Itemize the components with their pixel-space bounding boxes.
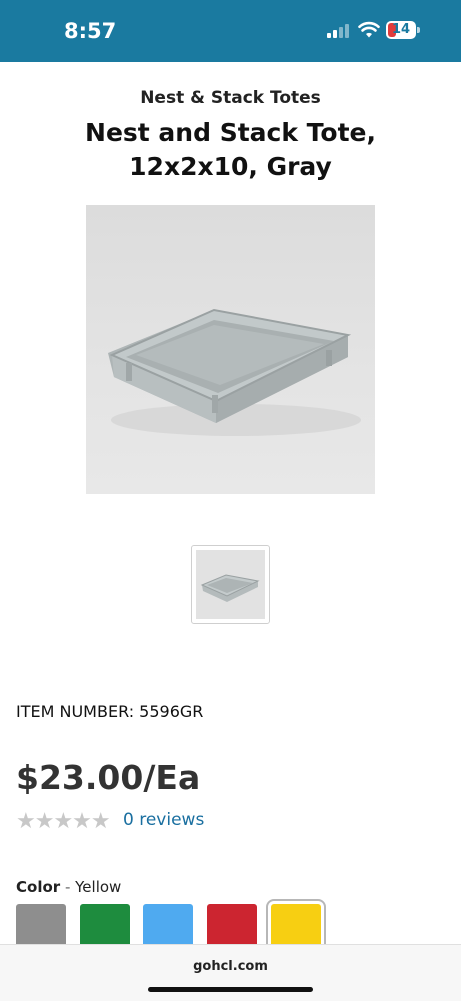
item-number: ITEM NUMBER: 5596GR	[16, 702, 204, 721]
color-label: Color	[16, 878, 61, 896]
status-bar: 8:57 14	[0, 0, 461, 62]
selected-color-value: Yellow	[75, 878, 122, 896]
cellular-signal-icon	[327, 22, 349, 38]
battery-level: 14	[391, 22, 411, 37]
product-title: Nest and Stack Tote, 12x2x10, Gray	[85, 118, 376, 181]
product-thumbnail[interactable]	[191, 545, 270, 624]
reviews-link[interactable]: 0 reviews	[123, 810, 204, 830]
tote-image-icon	[108, 308, 361, 436]
url-text[interactable]: gohcl.com	[0, 959, 461, 974]
rating-stars-icon[interactable]: ★★★★★	[16, 808, 111, 834]
product-main-image[interactable]	[86, 205, 375, 494]
status-time: 8:57	[64, 19, 117, 43]
wifi-icon	[358, 21, 380, 38]
product-price: $23.00/Ea	[16, 758, 201, 797]
battery-cap	[417, 27, 420, 33]
product-category[interactable]: Nest & Stack Totes	[0, 88, 461, 108]
home-indicator[interactable]	[148, 987, 313, 992]
browser-url-bar[interactable]: gohcl.com	[0, 944, 461, 1001]
color-option-label: Color - Yellow	[16, 878, 121, 896]
color-separator: -	[60, 878, 76, 896]
tote-thumbnail-icon	[200, 574, 260, 602]
battery-icon: 14	[386, 21, 416, 39]
